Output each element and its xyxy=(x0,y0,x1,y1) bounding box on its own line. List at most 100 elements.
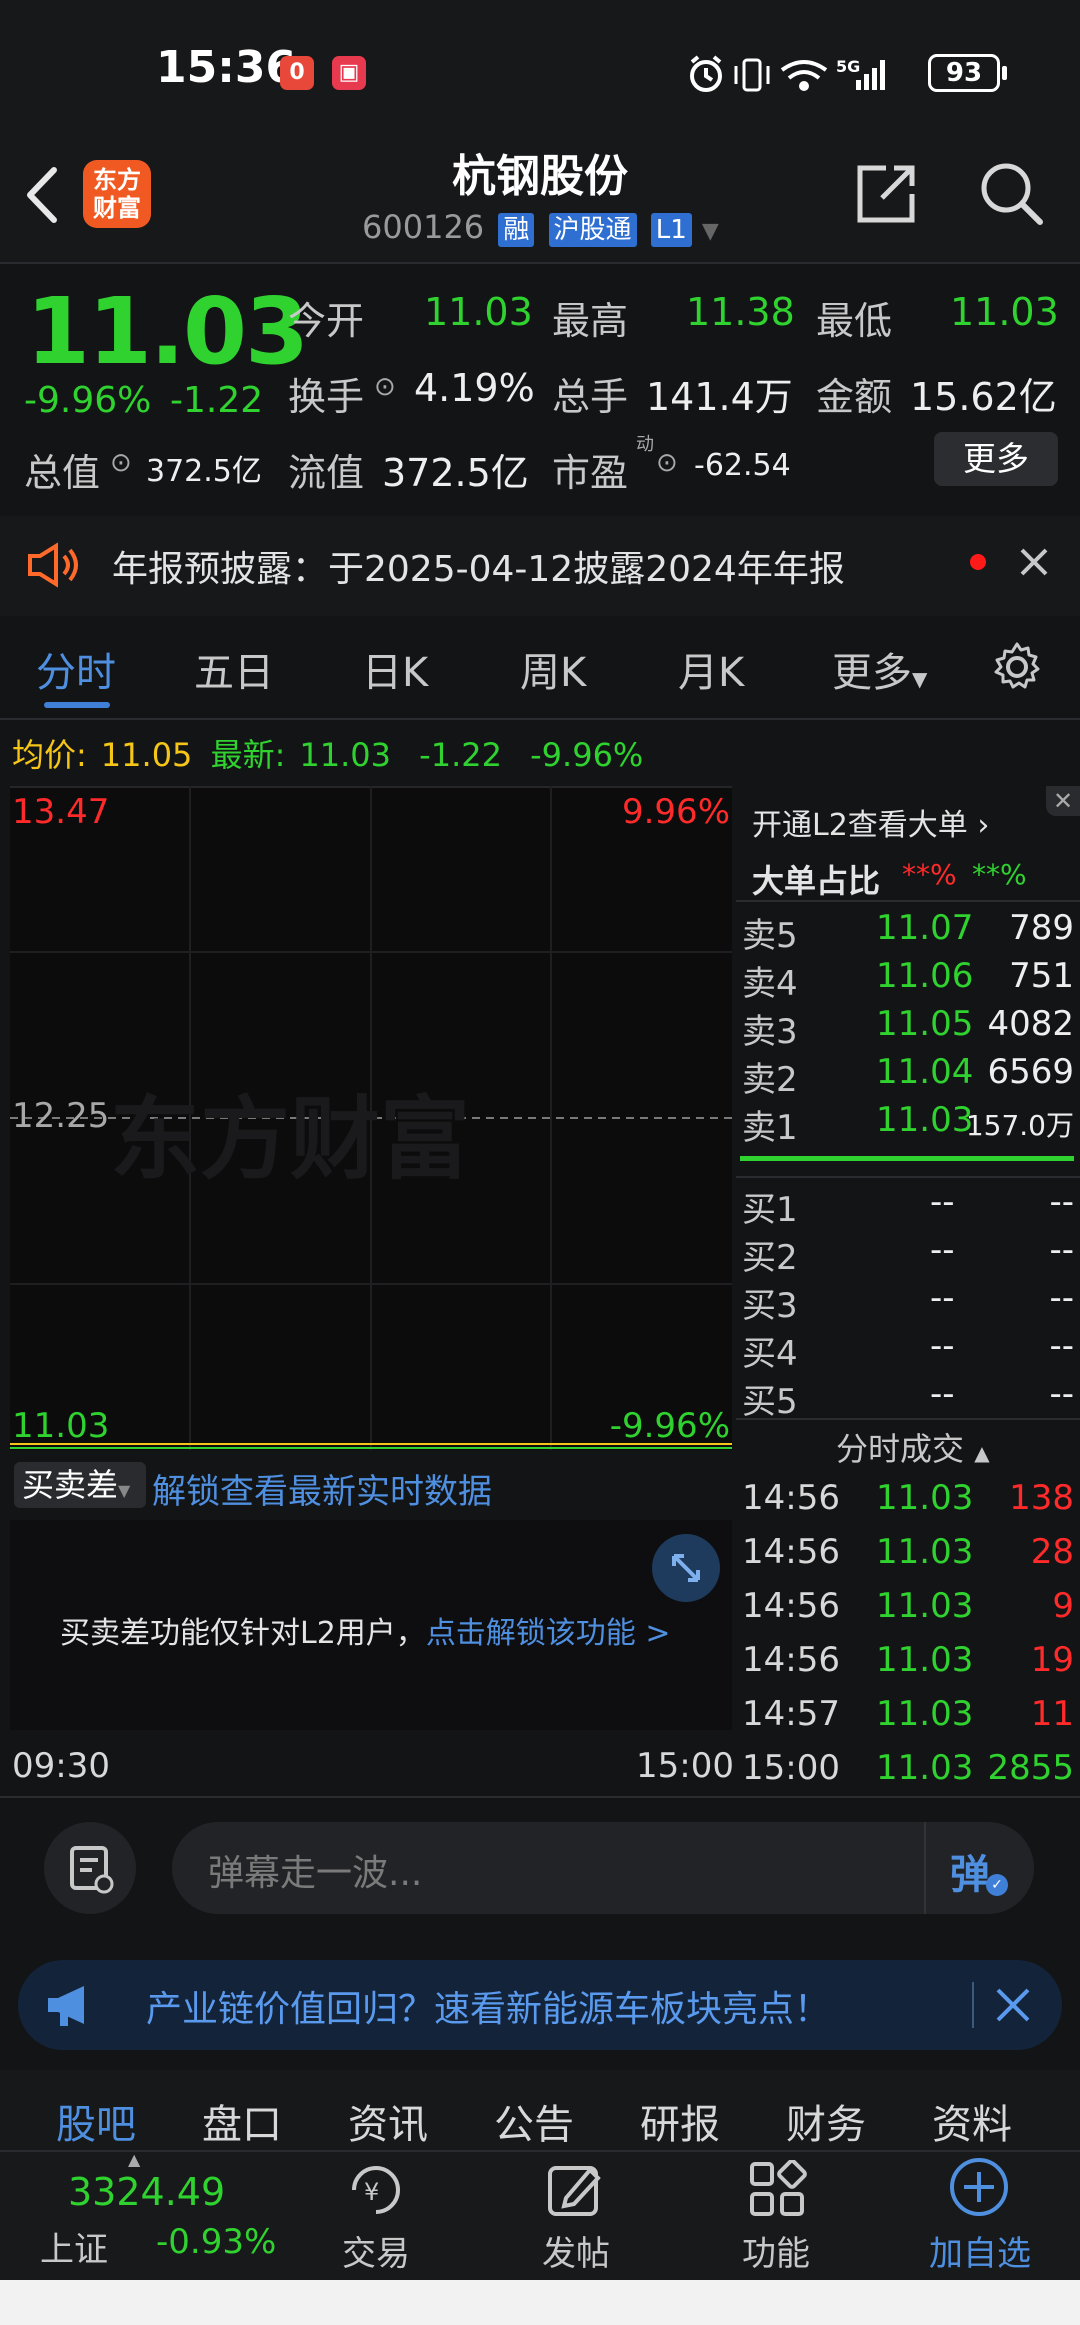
trade-icon[interactable]: ¥ xyxy=(344,2160,408,2220)
trade-5-time: 14:57 xyxy=(742,1694,840,1734)
stock-code-row[interactable]: 600126 融 沪股通 L1 ▼ xyxy=(362,208,719,247)
banner-separator xyxy=(972,1982,974,2028)
active-tab-indicator xyxy=(44,702,110,708)
l2-link-text: 开通L2查看大单 xyxy=(752,808,968,843)
close-icon[interactable] xyxy=(994,1986,1032,2024)
more-button[interactable]: 更多 xyxy=(934,432,1058,486)
open-value: 11.03 xyxy=(424,290,533,334)
close-icon[interactable]: ✕ xyxy=(1046,786,1080,816)
tab-profile[interactable]: 资料 xyxy=(932,2092,1012,2150)
trade-5-vol: 11 xyxy=(1030,1694,1074,1734)
trade-label[interactable]: 交易 xyxy=(316,2226,436,2275)
tab-intraday[interactable]: 分时 xyxy=(36,640,116,698)
function-icon[interactable] xyxy=(748,2160,808,2220)
turnover-value: 4.19% xyxy=(414,366,535,410)
avg-value: 11.05 xyxy=(100,736,193,774)
tab-announcements[interactable]: 公告 xyxy=(494,2092,574,2150)
top-percent-label: 9.96% xyxy=(621,792,730,832)
promo-banner[interactable]: 产业链价值回归？速看新能源车板块亮点！ xyxy=(18,1960,1062,2050)
spread-chart: 买卖差功能仅针对L2用户，点击解锁该功能 > xyxy=(10,1520,732,1730)
watermark: 东方财富 xyxy=(110,1087,470,1192)
bottom-price-label: 11.03 xyxy=(12,1406,110,1446)
add-watchlist-icon[interactable] xyxy=(948,2156,1010,2218)
tab-5day[interactable]: 五日 xyxy=(194,640,274,698)
tab-more[interactable]: 更多▼ xyxy=(832,640,927,698)
expand-icon[interactable] xyxy=(652,1534,720,1602)
unlock-link[interactable]: 解锁查看最新实时数据 xyxy=(152,1464,492,1513)
tab-finance[interactable]: 财务 xyxy=(786,2092,866,2150)
open-label: 今开 xyxy=(288,299,365,343)
tab-daily-k[interactable]: 日K xyxy=(362,640,428,698)
post-icon[interactable] xyxy=(546,2160,606,2220)
share-icon[interactable] xyxy=(856,162,916,224)
intraday-chart[interactable]: 东方财富 13.47 9.96% 12.25 11.03 -9.96% xyxy=(10,786,732,1450)
app-notification-icon: ▣ xyxy=(332,56,366,90)
bid-5-vol: -- xyxy=(1049,1374,1074,1414)
index-name: 上证 xyxy=(40,2230,108,2270)
add-watchlist-label[interactable]: 加自选 xyxy=(918,2226,1042,2275)
megaphone-icon xyxy=(48,1986,84,2026)
chevron-up-icon: ▲ xyxy=(974,1441,990,1465)
bid-5-label: 买5 xyxy=(742,1382,798,1422)
bid-2-price: -- xyxy=(930,1230,955,1270)
tab-monthly-k[interactable]: 月K xyxy=(678,640,744,698)
ask-3-vol: 4082 xyxy=(987,1004,1074,1044)
gear-icon[interactable] xyxy=(990,640,1044,694)
start-time-label: 09:30 xyxy=(12,1746,110,1786)
tab-weekly-k[interactable]: 周K xyxy=(520,640,586,698)
tab-research[interactable]: 研报 xyxy=(640,2092,720,2150)
danmu-button-label: 弹 xyxy=(950,1852,990,1898)
danmu-settings-icon[interactable] xyxy=(44,1822,136,1914)
trade-1-price: 11.03 xyxy=(876,1478,974,1518)
speaker-icon xyxy=(28,542,78,588)
trade-6-time: 15:00 xyxy=(742,1748,840,1788)
ask-1-vol: 157.0万 xyxy=(965,1109,1074,1142)
hk-connect-tag: 沪股通 xyxy=(548,213,637,247)
danmu-send-button[interactable]: 弹 ✓ xyxy=(924,1822,1034,1914)
ask-2-vol: 6569 xyxy=(987,1052,1074,1092)
danmu-input[interactable]: 弹幕走一波... 弹 ✓ xyxy=(172,1822,1034,1914)
post-label[interactable]: 发帖 xyxy=(516,2226,636,2275)
pe-dynamic-mark: 动 xyxy=(636,434,654,455)
battery-icon: 93 xyxy=(928,54,1000,92)
unread-dot xyxy=(970,554,986,570)
mid-price-label: 12.25 xyxy=(12,1096,110,1136)
ask-1-price: 11.03 xyxy=(876,1100,974,1140)
ask-bid-separator xyxy=(740,1156,1074,1161)
trade-4-price: 11.03 xyxy=(876,1640,974,1680)
spread-info-text: 买卖差功能仅针对L2用户， xyxy=(60,1616,426,1651)
l2-link[interactable]: 开通L2查看大单 › xyxy=(752,800,989,844)
mktcap-label: 总值 xyxy=(24,451,101,495)
trade-3-vol: 9 xyxy=(1052,1586,1074,1626)
close-icon[interactable] xyxy=(1018,546,1050,578)
info-icon[interactable]: ⊙ xyxy=(374,372,396,402)
ask-3-price: 11.05 xyxy=(876,1004,974,1044)
bid-4-vol: -- xyxy=(1049,1326,1074,1366)
bid-1-label: 买1 xyxy=(742,1190,798,1230)
big-sell-pct: **% xyxy=(902,858,957,891)
trades-title-text: 分时成交 xyxy=(836,1430,965,1468)
intraday-summary: 均价: 11.05 最新: 11.03 -1.22 -9.96% xyxy=(12,730,643,776)
bottom-percent-label: -9.96% xyxy=(609,1406,730,1446)
ask-3-label: 卖3 xyxy=(742,1012,798,1052)
bid-3-label: 买3 xyxy=(742,1286,798,1326)
tab-news[interactable]: 资讯 xyxy=(348,2092,428,2150)
spread-label: 买卖差 xyxy=(22,1466,119,1504)
bid-1-vol: -- xyxy=(1049,1182,1074,1222)
spread-unlock-link[interactable]: 点击解锁该功能 > xyxy=(426,1616,671,1651)
stock-code: 600126 xyxy=(362,208,485,246)
info-icon[interactable]: ⊙ xyxy=(656,448,678,478)
bid-4-price: -- xyxy=(930,1326,955,1366)
tab-order-book[interactable]: 盘口 xyxy=(202,2092,282,2150)
search-icon[interactable] xyxy=(978,160,1044,226)
tab-forum[interactable]: 股吧 xyxy=(56,2092,136,2150)
bid-2-vol: -- xyxy=(1049,1230,1074,1270)
function-label[interactable]: 功能 xyxy=(716,2226,836,2275)
info-icon[interactable]: ⊙ xyxy=(110,448,132,478)
index-value[interactable]: 3324.49 xyxy=(68,2170,225,2214)
trade-5-price: 11.03 xyxy=(876,1694,974,1734)
trade-4-vol: 19 xyxy=(1030,1640,1074,1680)
trades-title[interactable]: 分时成交 ▲ xyxy=(836,1424,990,1470)
system-nav-bar xyxy=(0,2280,1080,2325)
spread-selector[interactable]: 买卖差▼ xyxy=(14,1462,146,1508)
